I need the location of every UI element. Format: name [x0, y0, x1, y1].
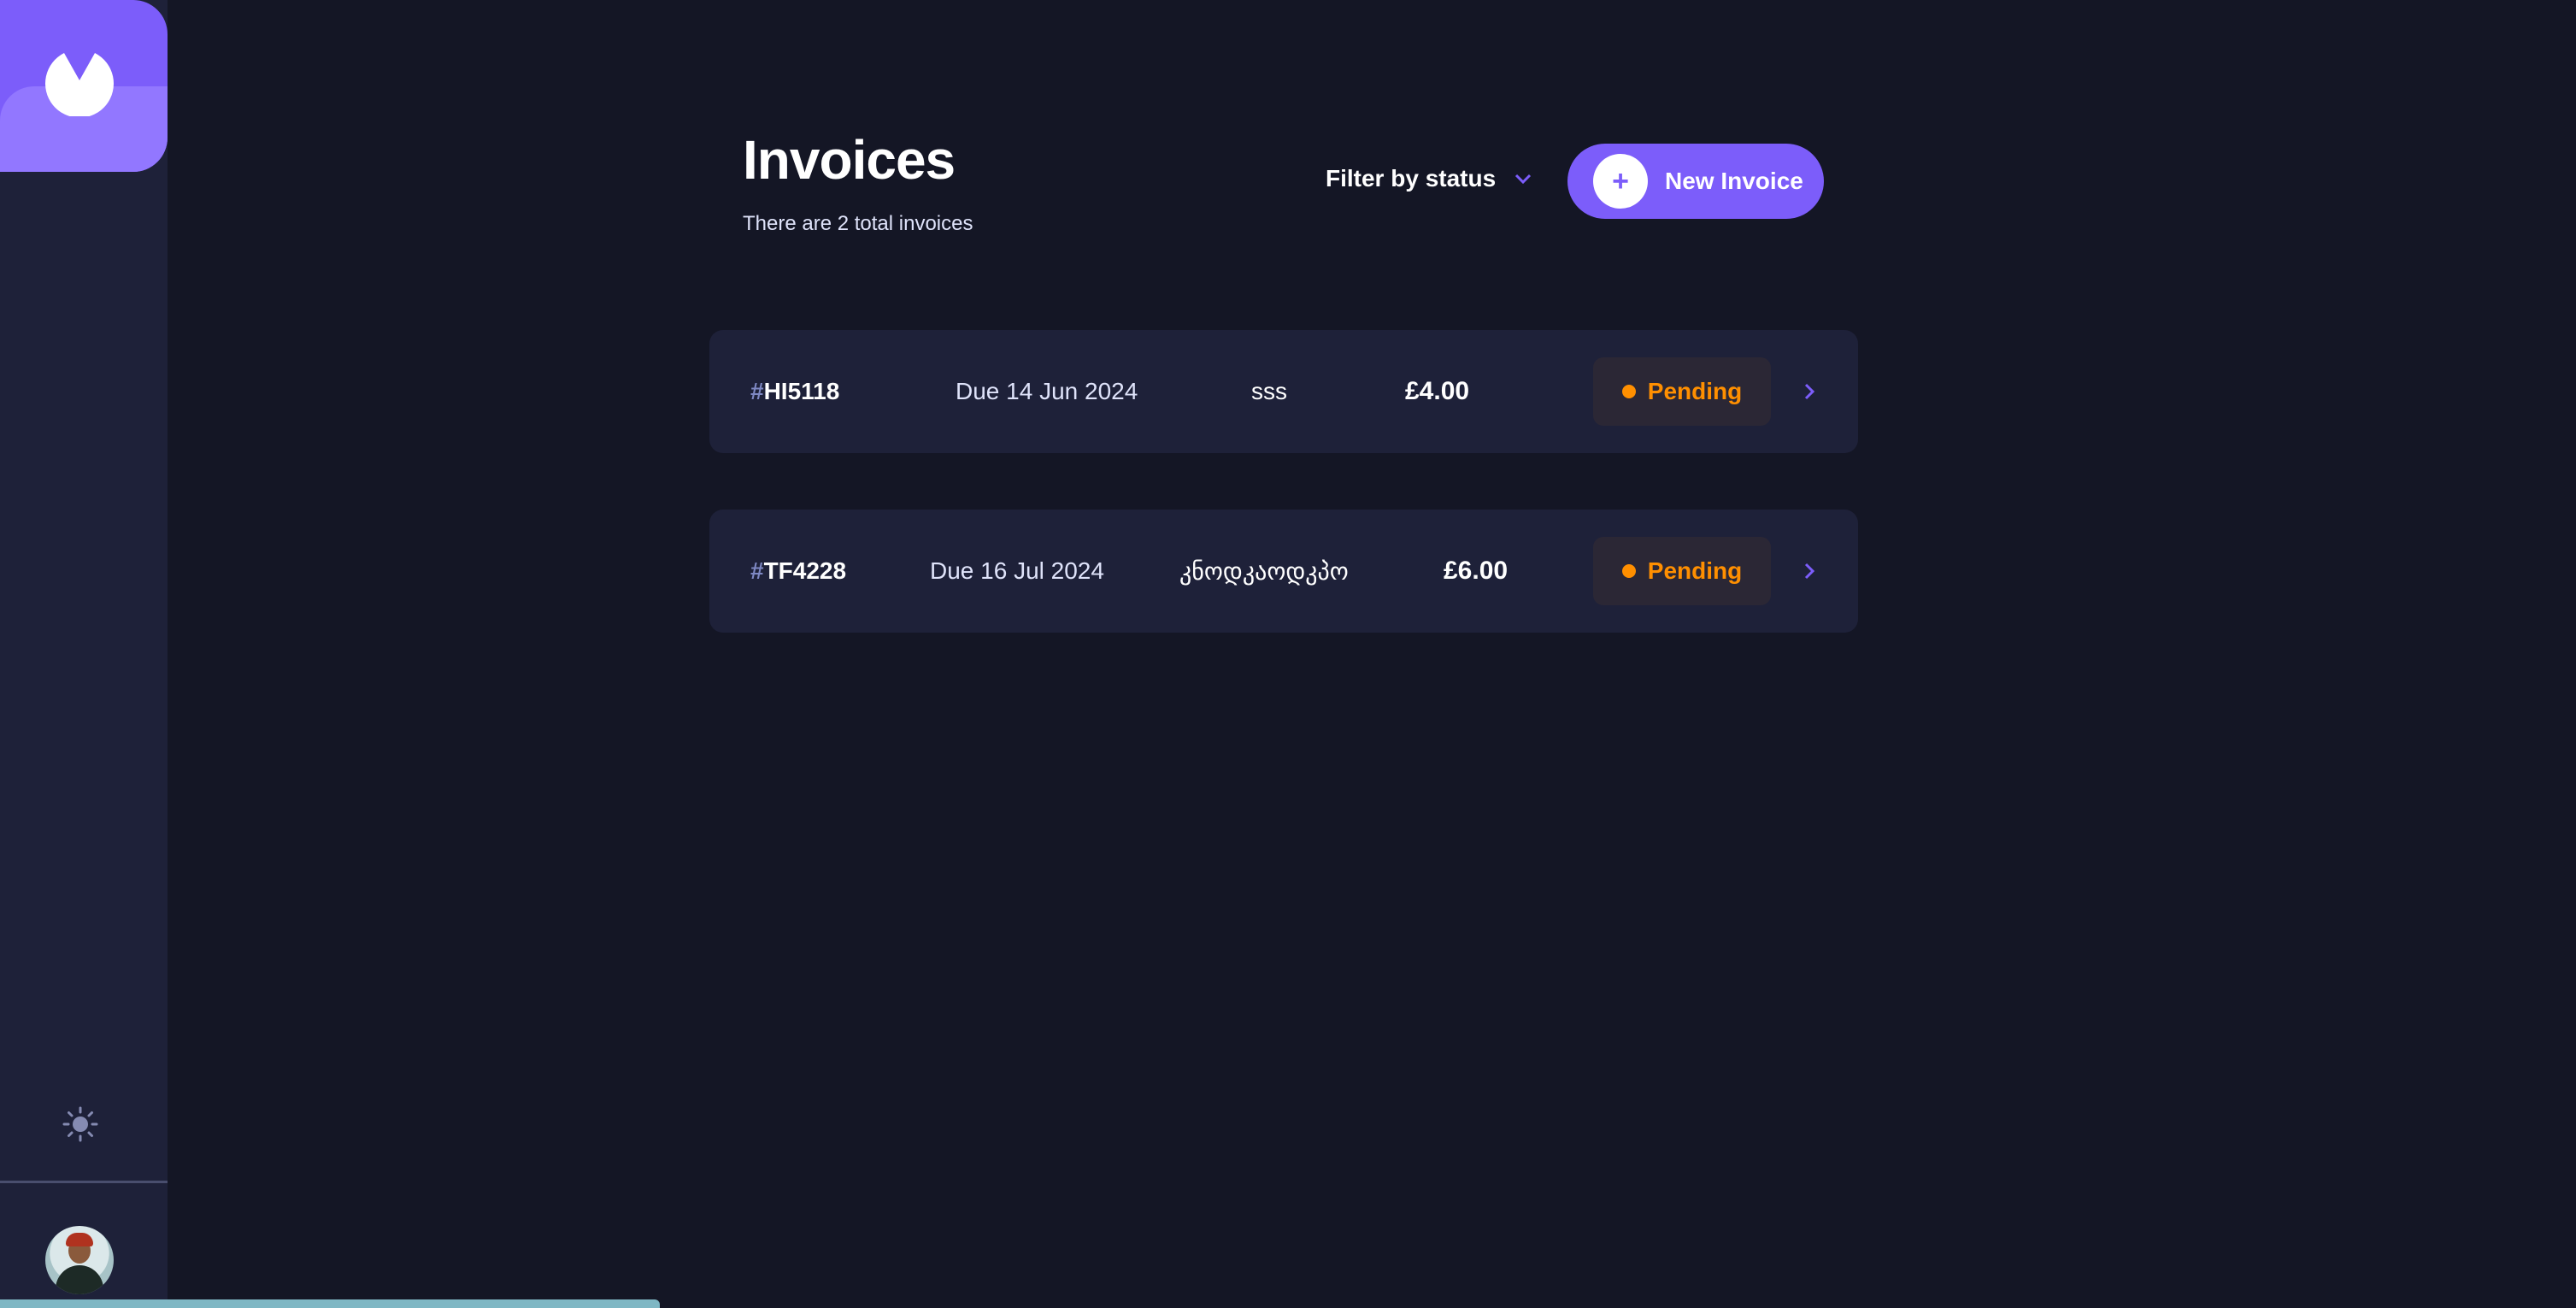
page-title: Invoices [743, 129, 956, 191]
invoice-id: # TF4228 [750, 510, 846, 633]
avatar-body [56, 1265, 103, 1294]
status-dot [1621, 385, 1636, 398]
new-invoice-button[interactable]: + New Invoice [1567, 144, 1824, 219]
invoice-id-hash: # [750, 557, 764, 584]
invoice-client: sss [1251, 378, 1287, 404]
invoice-amount: £4.00 [1405, 377, 1470, 405]
invoice-count: There are 2 total invoices [743, 212, 973, 235]
sidebar-divider [0, 1181, 168, 1183]
invoice-amount: £6.00 [1444, 557, 1509, 585]
invoice-row[interactable]: # HI5118 Due 14 Jun 2024 sss £4.00 Pendin… [709, 330, 1858, 453]
app-logo-icon [45, 53, 114, 116]
avatar-cap [66, 1233, 93, 1246]
status-dot [1621, 564, 1636, 578]
status-label: Pending [1647, 557, 1743, 584]
invoice-due-date: Due 14 Jun 2024 [956, 378, 1138, 404]
sidebar [0, 0, 168, 1308]
invoice-due-date: Due 16 Jul 2024 [930, 557, 1104, 584]
theme-toggle-button[interactable] [62, 1105, 99, 1143]
status-badge: Pending [1593, 357, 1771, 426]
invoice-row[interactable]: # TF4228 Due 16 Jul 2024 კნოდკაოდკპო £6.0… [709, 510, 1858, 633]
status-badge: Pending [1593, 537, 1771, 605]
filter-label: Filter by status [1326, 165, 1497, 191]
invoice-id: # HI5118 [750, 330, 839, 453]
chevron-down-icon [1515, 174, 1532, 185]
chevron-right-icon [1804, 383, 1815, 400]
plus-icon: + [1593, 154, 1648, 209]
bottom-progress-bar [0, 1299, 660, 1308]
invoice-id-value: TF4228 [763, 557, 847, 584]
status-label: Pending [1647, 378, 1743, 404]
avatar[interactable] [45, 1226, 114, 1294]
filter-dropdown[interactable]: Filter by status [1326, 165, 1532, 192]
new-invoice-label: New Invoice [1665, 168, 1803, 194]
sun-icon [62, 1106, 98, 1142]
invoice-id-value: HI5118 [763, 378, 840, 404]
invoice-id-hash: # [750, 378, 764, 404]
app-logo[interactable] [0, 0, 168, 172]
invoice-client: კნოდკაოდკპო [1179, 557, 1349, 585]
chevron-right-icon [1804, 563, 1815, 580]
